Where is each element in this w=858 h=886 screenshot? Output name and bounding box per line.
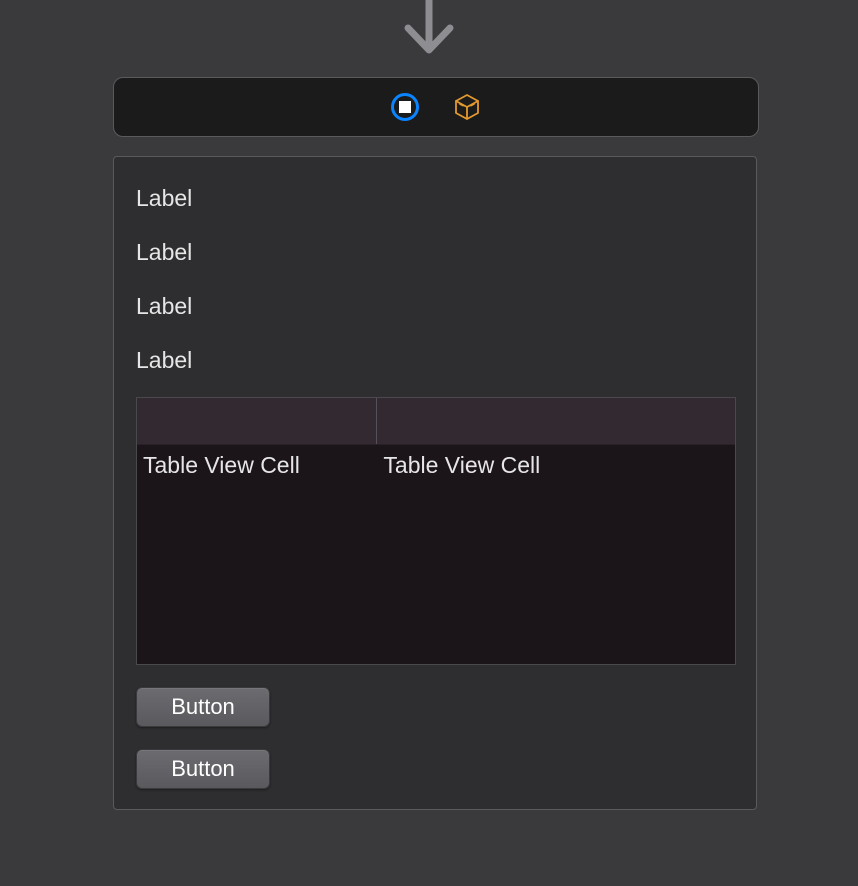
label-1[interactable]: Label <box>136 185 192 212</box>
label-4[interactable]: Label <box>136 347 192 374</box>
view-mode-tab[interactable] <box>391 93 419 121</box>
label-2[interactable]: Label <box>136 239 192 266</box>
table-cell-1[interactable]: Table View Cell <box>137 452 377 479</box>
table-column-1[interactable] <box>137 398 377 444</box>
label-3[interactable]: Label <box>136 293 192 320</box>
view-canvas[interactable]: Label Label Label Label Table View Cell … <box>113 156 757 810</box>
table-column-2[interactable] <box>377 398 735 444</box>
stop-circle-icon <box>391 93 419 121</box>
table-cell-2[interactable]: Table View Cell <box>377 452 735 479</box>
button-2[interactable]: Button <box>136 749 270 789</box>
scene-mode-tab[interactable] <box>453 93 481 121</box>
table-header[interactable] <box>137 398 735 445</box>
editor-tab-bar <box>113 77 759 137</box>
table-view[interactable]: Table View Cell Table View Cell <box>136 397 736 665</box>
button-1[interactable]: Button <box>136 687 270 727</box>
button-2-label: Button <box>171 756 235 782</box>
segue-arrow <box>0 0 858 70</box>
table-row[interactable]: Table View Cell Table View Cell <box>137 445 735 485</box>
cube-icon <box>453 93 481 121</box>
button-1-label: Button <box>171 694 235 720</box>
